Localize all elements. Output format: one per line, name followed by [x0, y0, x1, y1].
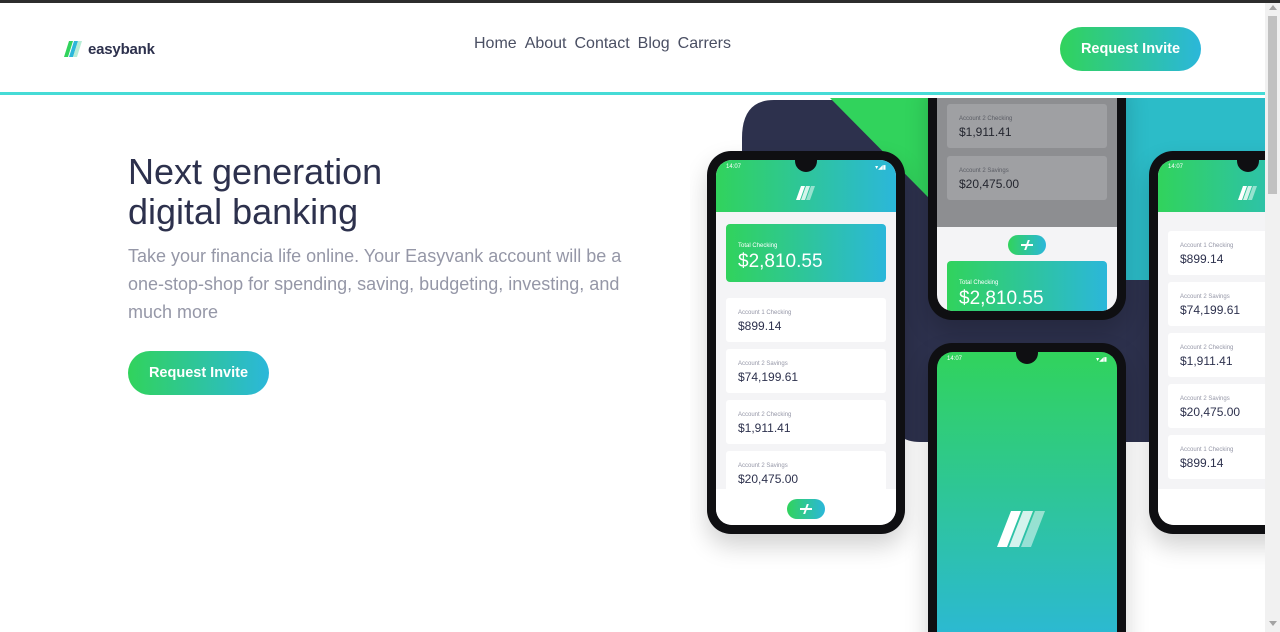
hero-request-invite-button[interactable]: Request Invite [128, 351, 269, 395]
nav-link-home[interactable]: Home [474, 35, 517, 53]
logo-stripes-icon [64, 41, 82, 57]
signal-battery-icon: ▾◢▮ [875, 165, 886, 171]
bottom-bar [716, 489, 896, 525]
account-amount: $1,911.41 [959, 125, 1012, 139]
account-label: Account 1 Checking [738, 310, 792, 316]
hero-title: Next generation digital banking [128, 152, 528, 232]
brand-name: easybank [88, 40, 155, 58]
account-label: Account 2 Checking [738, 412, 792, 418]
account-amount: $20,475.00 [738, 472, 799, 486]
total-card: Total Checking $2,810.55 [947, 261, 1107, 311]
hero-illustration: Account 2 Checking $1,911.41 Account 2 S… [690, 98, 1265, 632]
bottom-bar [1158, 489, 1265, 525]
list-item: Account 2 Checking $1,911.41 [726, 400, 886, 444]
list-item: Account 1 Checking $899.14 [726, 298, 886, 342]
account-label: Account 2 Savings [738, 463, 788, 469]
list-item: Account 2 Savings $20,475.00 [1168, 384, 1265, 428]
status-time: 14:07 [726, 164, 742, 170]
hero-title-line-1: Next generation [128, 151, 383, 192]
total-label: Total Checking [959, 280, 999, 286]
hero-title-line-2: digital banking [128, 191, 359, 232]
list-item: Account 2 Savings $74,199.61 [1168, 282, 1265, 326]
account-label: Account 2 Savings [1180, 396, 1230, 402]
list-item: Account 2 Checking $1,911.41 [1168, 333, 1265, 377]
header-request-invite-button[interactable]: Request Invite [1060, 27, 1201, 71]
scroll-down-arrow-icon[interactable] [1269, 621, 1277, 626]
account-amount: $74,199.61 [1180, 303, 1241, 317]
brand-logo[interactable]: easybank [64, 39, 155, 59]
total-card: Total Checking $2,810.55 [726, 224, 886, 282]
status-time: 14:07 [947, 356, 963, 362]
add-icon[interactable] [1008, 235, 1046, 255]
account-amount: $899.14 [738, 319, 782, 333]
app-logo-icon [1238, 186, 1257, 200]
list-item: Account 2 Checking $1,911.41 [947, 104, 1107, 148]
account-amount: $20,475.00 [959, 177, 1020, 191]
list-item: Account 1 Checking $899.14 [1168, 435, 1265, 479]
total-amount: $2,810.55 [959, 288, 1044, 309]
account-label: Account 1 Checking [1180, 243, 1234, 249]
nav-link-blog[interactable]: Blog [638, 35, 670, 53]
nav-link-about[interactable]: About [525, 35, 567, 53]
total-amount: $2,810.55 [738, 251, 823, 272]
account-label: Account 2 Savings [959, 168, 1009, 174]
phone-bottom-center: 14:07 ▾◢▮ [928, 343, 1126, 632]
status-time: 14:07 [1168, 164, 1184, 170]
signal-battery-icon: ▾◢▮ [1096, 357, 1107, 363]
phone-screen: Account 2 Checking $1,911.41 Account 2 S… [937, 98, 1117, 311]
phone-top-center: Account 2 Checking $1,911.41 Account 2 S… [928, 98, 1126, 320]
list-item: Account 2 Savings $74,199.61 [726, 349, 886, 393]
main-nav: Home About Contact Blog Carrers [474, 35, 731, 53]
account-amount: $1,911.41 [1180, 354, 1233, 368]
scrollbar-thumb[interactable] [1268, 16, 1277, 194]
list-item: Account 2 Savings $20,475.00 [947, 156, 1107, 200]
total-label: Total Checking [738, 243, 778, 249]
nav-link-contact[interactable]: Contact [575, 35, 630, 53]
phone-screen: 14:07 Account 1 Checking $899.14 Account… [1158, 160, 1265, 525]
account-amount: $74,199.61 [738, 370, 799, 384]
hero-description: Take your financia life online. Your Eas… [128, 246, 622, 322]
account-label: Account 2 Savings [738, 361, 788, 367]
account-label: Account 1 Checking [1180, 447, 1234, 453]
account-amount: $1,911.41 [738, 421, 791, 435]
account-label: Account 2 Checking [1180, 345, 1234, 351]
phone-left: 14:07 ▾◢▮ Total Checking $2,810.55 Accou… [707, 151, 905, 534]
scroll-up-arrow-icon[interactable] [1269, 5, 1277, 10]
account-amount: $899.14 [1180, 456, 1224, 470]
phone-screen: 14:07 ▾◢▮ [937, 352, 1117, 632]
phone-screen: 14:07 ▾◢▮ Total Checking $2,810.55 Accou… [716, 160, 896, 525]
list-item: Account 1 Checking $899.14 [1168, 231, 1265, 275]
add-icon[interactable] [787, 499, 825, 519]
site-header: easybank Home About Contact Blog Carrers… [0, 3, 1265, 95]
phone-right: 14:07 Account 1 Checking $899.14 Account… [1149, 151, 1265, 534]
account-amount: $20,475.00 [1180, 405, 1241, 419]
nav-link-careers[interactable]: Carrers [678, 35, 731, 53]
app-logo-icon [796, 186, 815, 200]
splash-logo-icon [997, 511, 1045, 547]
account-label: Account 2 Savings [1180, 294, 1230, 300]
account-label: Account 2 Checking [959, 116, 1013, 122]
account-amount: $899.14 [1180, 252, 1224, 266]
